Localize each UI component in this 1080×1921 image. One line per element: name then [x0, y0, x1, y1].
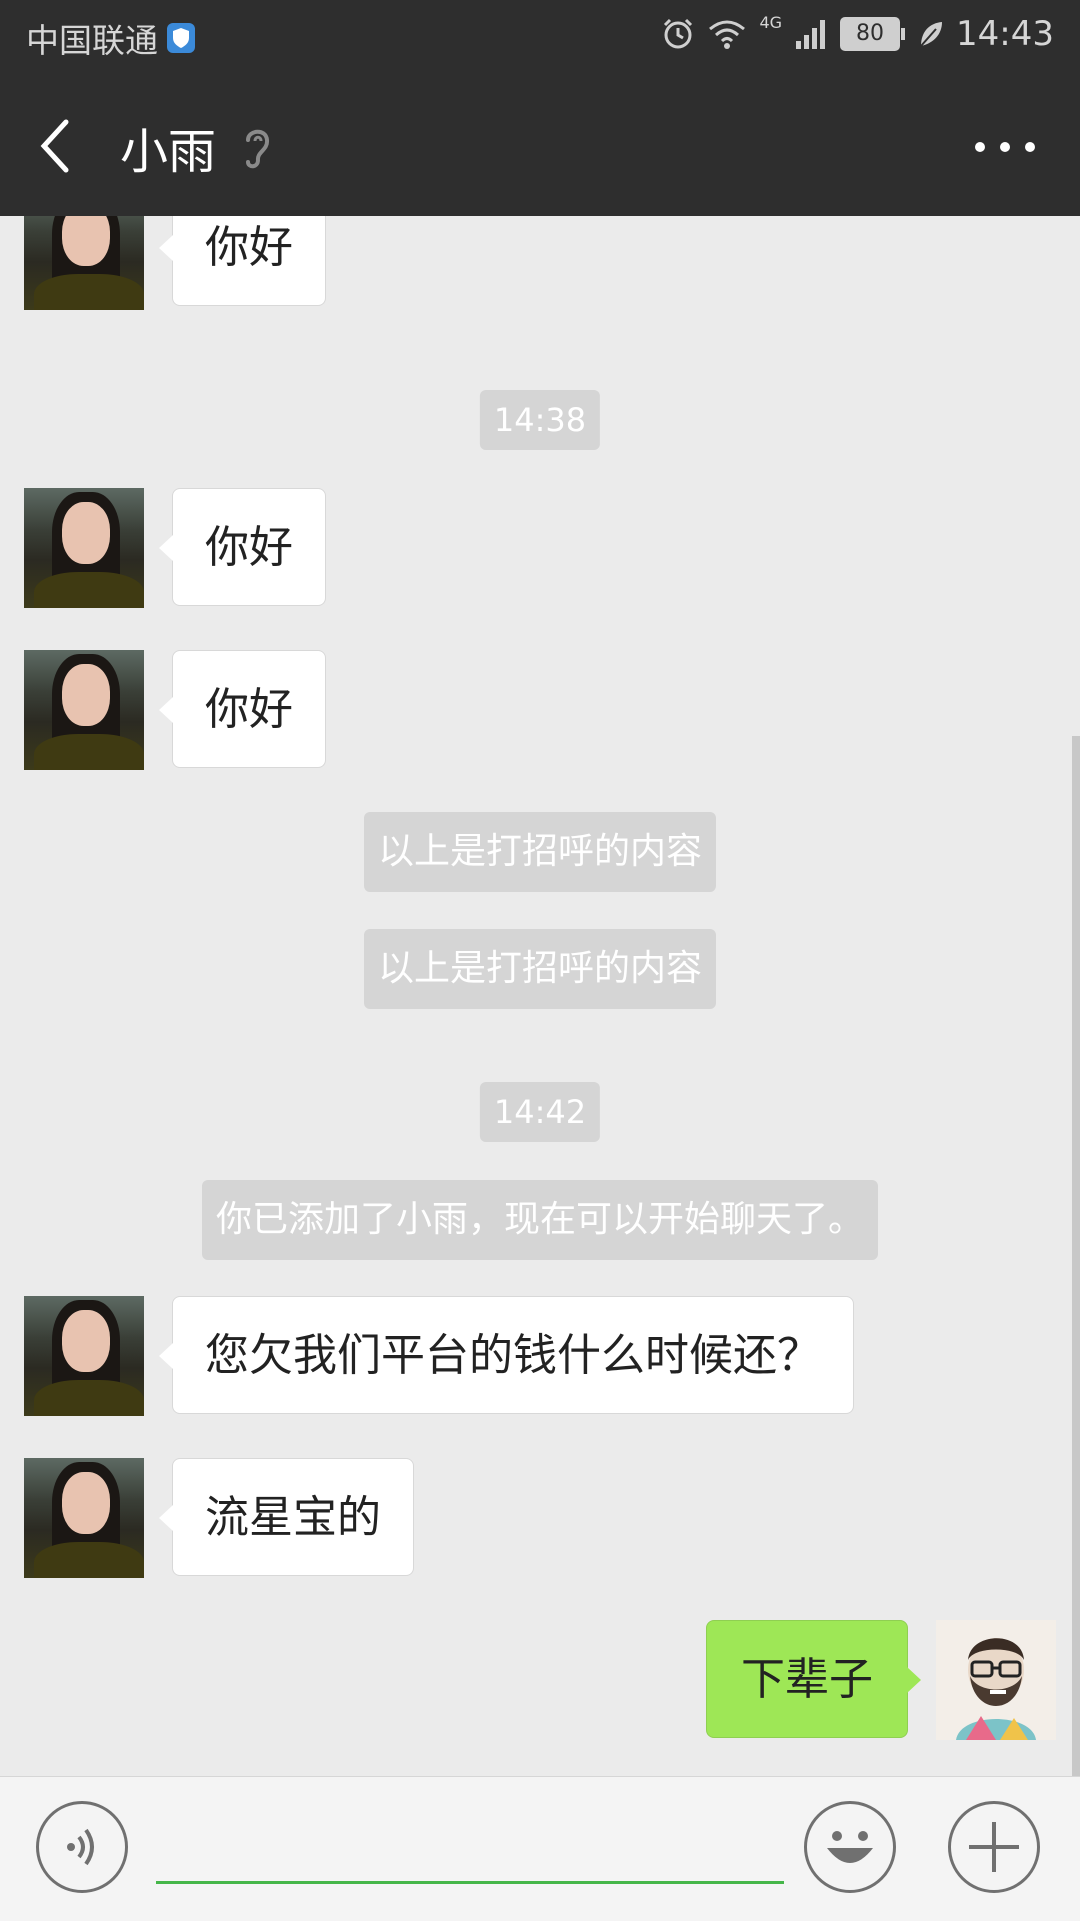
received-message[interactable]: 你好 [159, 488, 326, 606]
input-bar [0, 1776, 1080, 1921]
status-bar: 中国联通 4G 80 14:43 [0, 0, 1080, 76]
emoji-icon [827, 1831, 873, 1863]
ear-icon [246, 129, 270, 169]
timestamp: 14:38 [479, 390, 601, 450]
contact-avatar[interactable] [24, 216, 144, 310]
clock: 14:43 [956, 14, 1054, 54]
carrier: 中国联通 [26, 14, 196, 62]
battery-indicator: 80 [840, 17, 906, 51]
chat-messages[interactable]: 你好 14:38 你好 你好 以上是打招呼的内容 以上是打招呼的内容 14:42… [0, 216, 1080, 1776]
more-dots-icon[interactable] [970, 132, 1040, 162]
signal-icon [796, 20, 826, 49]
page-title: 小雨 [120, 124, 217, 180]
contact-avatar[interactable] [24, 488, 144, 608]
scrollbar[interactable] [1072, 736, 1080, 1776]
carrier-label: 中国联通 [26, 21, 158, 60]
received-message[interactable]: 流星宝的 [159, 1458, 414, 1576]
back-chevron-icon[interactable] [36, 116, 76, 176]
add-button[interactable] [948, 1801, 1040, 1893]
system-notice: 你已添加了小雨，现在可以开始聊天了。 [201, 1180, 879, 1260]
system-notice: 以上是打招呼的内容 [363, 812, 717, 892]
received-message[interactable]: 您欠我们平台的钱什么时候还？ [159, 1296, 854, 1414]
wifi-icon [709, 20, 746, 49]
plus-icon [969, 1822, 1019, 1872]
alarm-icon [664, 18, 693, 49]
bearded-man-avatar-icon [936, 1620, 1056, 1740]
received-message[interactable]: 你好 [159, 650, 326, 768]
contact-avatar[interactable] [24, 650, 144, 770]
my-avatar[interactable] [936, 1620, 1056, 1740]
contact-avatar[interactable] [24, 1296, 144, 1416]
shield-icon [167, 23, 195, 53]
timestamp: 14:42 [479, 1082, 601, 1142]
message-input[interactable] [156, 1817, 784, 1884]
sent-message[interactable]: 下辈子 [706, 1620, 921, 1738]
network-type: 4G [759, 12, 783, 32]
chat-header: 小雨 [0, 76, 1080, 216]
system-notice: 以上是打招呼的内容 [363, 929, 717, 1009]
received-message[interactable]: 你好 [159, 216, 326, 306]
voice-button[interactable] [36, 1801, 128, 1893]
status-icons: 4G 80 14:43 [661, 12, 1054, 54]
emoji-button[interactable] [804, 1801, 896, 1893]
contact-avatar[interactable] [24, 1458, 144, 1578]
voice-icon [67, 1828, 94, 1866]
leaf-icon [920, 22, 943, 47]
